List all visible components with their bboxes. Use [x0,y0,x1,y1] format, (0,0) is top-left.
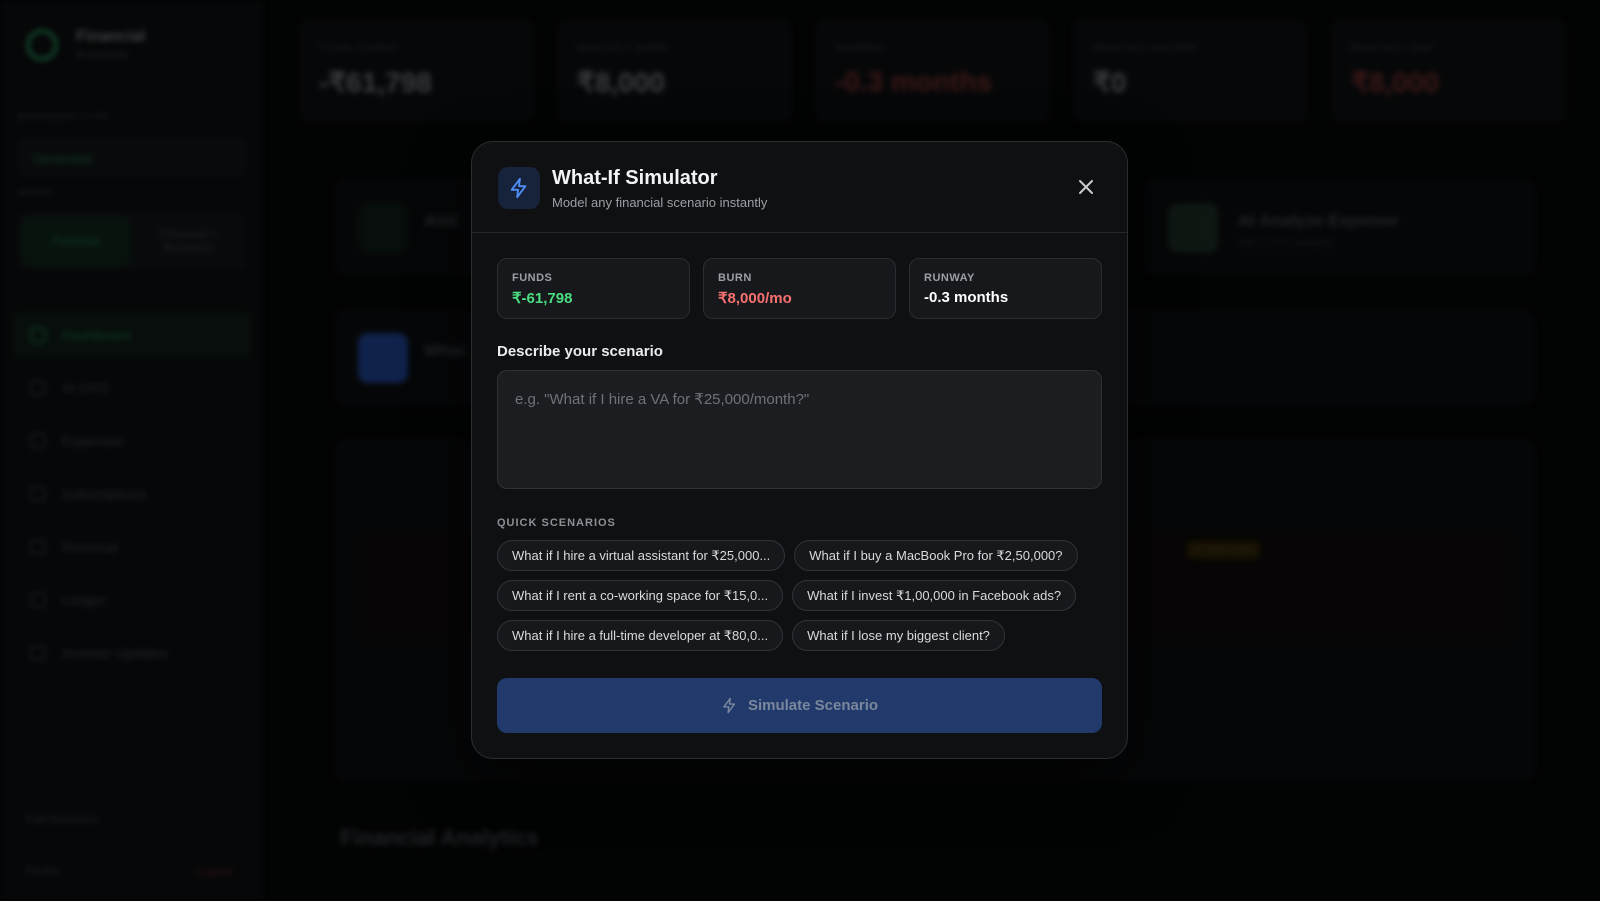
burn-metric: BURN ₹8,000/mo [703,258,896,319]
funds-metric: FUNDS ₹-61,798 [497,258,690,319]
funds-value: ₹-61,798 [512,290,573,307]
quick-scenario-chip[interactable]: What if I invest ₹1,00,000 in Facebook a… [792,580,1077,611]
scenario-input[interactable] [497,370,1102,489]
quick-scenarios-label: QUICK SCENARIOS [497,517,616,529]
quick-scenario-chip[interactable]: What if I hire a virtual assistant for ₹… [497,540,786,571]
quick-scenarios: What if I hire a virtual assistant for ₹… [497,540,1102,660]
modal-title: What-If Simulator [552,167,718,189]
quick-scenario-chip[interactable]: What if I lose my biggest client? [792,620,1005,651]
quick-scenario-chip[interactable]: What if I buy a MacBook Pro for ₹2,50,00… [794,540,1078,571]
runway-value: -0.3 months [924,289,1009,306]
describe-scenario-label: Describe your scenario [497,343,663,360]
modal-subtitle: Model any financial scenario instantly [552,195,768,210]
modal-header: What-If Simulator Model any financial sc… [472,142,1127,233]
burn-value: ₹8,000/mo [718,290,792,307]
runway-metric: RUNWAY -0.3 months [909,258,1102,319]
lightning-icon [723,697,736,714]
quick-scenario-chip[interactable]: What if I hire a full-time developer at … [497,620,784,651]
simulate-scenario-button[interactable]: Simulate Scenario [497,678,1102,733]
close-button[interactable] [1075,176,1097,198]
metrics-row: FUNDS ₹-61,798 BURN ₹8,000/mo RUNWAY -0.… [497,258,1102,319]
close-icon [1079,180,1093,194]
lightning-icon [498,167,540,209]
what-if-simulator-modal: What-If Simulator Model any financial sc… [471,141,1128,759]
quick-scenario-chip[interactable]: What if I rent a co-working space for ₹1… [497,580,784,611]
